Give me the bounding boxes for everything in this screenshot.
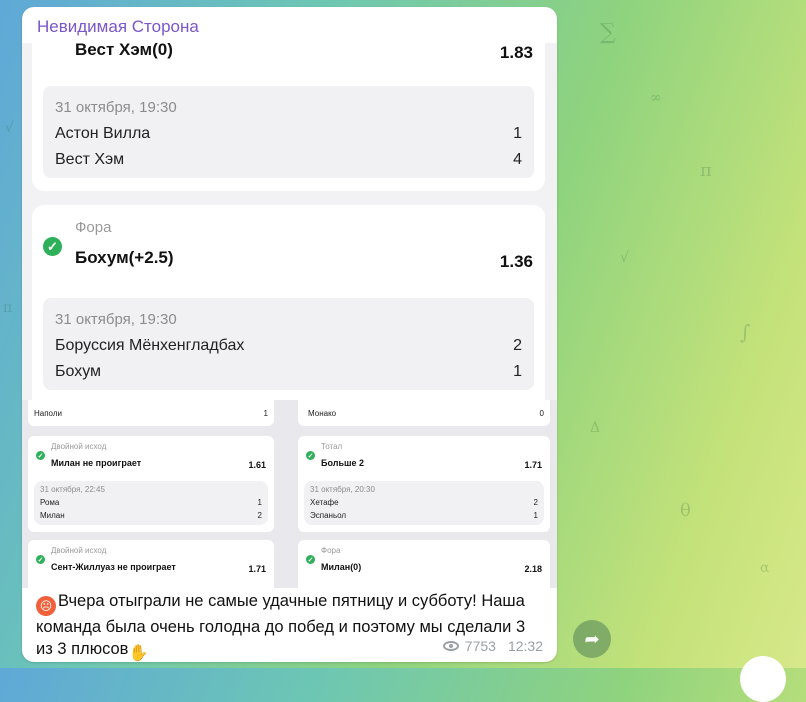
bet-odds: 1.71 bbox=[524, 460, 542, 470]
team-score: 2 bbox=[513, 337, 522, 354]
eye-icon bbox=[442, 641, 459, 651]
bet-card-partial: Вест Хэм(0) 1.83 31 октября, 19:30 Астон… bbox=[32, 43, 545, 191]
forward-arrow-icon: ➦ bbox=[584, 628, 600, 649]
bet-pick: Больше 2 bbox=[321, 458, 365, 468]
bet-odds: 1.83 bbox=[499, 43, 533, 62]
check-icon: ✓ bbox=[43, 237, 62, 256]
message-time: 12:32 bbox=[507, 638, 543, 654]
check-icon: ✓ bbox=[36, 451, 45, 460]
bet-card: ✓ Двойной исход Милан не проиграет 1.61 … bbox=[28, 436, 274, 532]
team-name: Астон Вилла bbox=[55, 125, 151, 142]
team-score: 1 bbox=[513, 125, 522, 142]
check-icon: ✓ bbox=[36, 555, 45, 564]
team-name: Хетафе bbox=[310, 498, 339, 507]
match-details: 31 октября, 22:45 Рома 1 Милан 2 bbox=[34, 481, 268, 525]
bet-pick: Сент-Жиллуаз не проиграет bbox=[51, 562, 176, 572]
team-name: Эспаньол bbox=[310, 511, 347, 520]
bet-type-label: Двойной исход bbox=[51, 546, 107, 555]
team-score: 1 bbox=[257, 498, 262, 507]
bet-card-partial: Наполи 1 bbox=[28, 400, 274, 426]
flexed-biceps-icon: ✋ bbox=[128, 645, 149, 662]
bet-type-label: Фора bbox=[75, 219, 112, 236]
match-details: 31 октября, 20:30 Хетафе 2 Эспаньол 1 bbox=[304, 481, 544, 525]
team-score: 2 bbox=[533, 498, 538, 507]
bet-odds: 1.36 bbox=[499, 252, 533, 271]
bet-card: ✓ Фора Бохум(+2.5) 1.36 31 октября, 19:3… bbox=[32, 205, 545, 405]
bet-pick: Бохум(+2.5) bbox=[75, 248, 174, 267]
check-icon: ✓ bbox=[306, 555, 315, 564]
team-score: 4 bbox=[513, 151, 522, 168]
bet-pick: Милан не проиграет bbox=[51, 458, 142, 468]
bet-odds: 1.61 bbox=[248, 460, 266, 470]
bet-pick: Вест Хэм(0) bbox=[75, 43, 173, 59]
bet-type-label: Двойной исход bbox=[51, 442, 107, 451]
team-score: 1 bbox=[513, 363, 522, 380]
team-name: Рома bbox=[40, 498, 60, 507]
team-name: Вест Хэм bbox=[55, 151, 125, 168]
bet-card: ✓ Тотал Больше 2 1.71 31 октября, 20:30 … bbox=[298, 436, 550, 532]
team-score: 1 bbox=[533, 511, 538, 520]
match-date: 31 октября, 19:30 bbox=[55, 99, 177, 116]
match-date: 31 октября, 22:45 bbox=[40, 485, 105, 494]
channel-message: Невидимая Сторона Вест Хэм(0) 1.83 31 ок… bbox=[22, 7, 557, 662]
bet-odds: 2.18 bbox=[524, 564, 542, 574]
team-name: Монако bbox=[308, 409, 337, 418]
angry-face-icon: ☹ bbox=[36, 596, 56, 616]
bet-screenshot-top[interactable]: Вест Хэм(0) 1.83 31 октября, 19:30 Астон… bbox=[22, 43, 557, 405]
team-score: 0 bbox=[539, 409, 544, 418]
channel-name[interactable]: Невидимая Сторона bbox=[37, 17, 199, 37]
match-details: 31 октября, 19:30 Астон Вилла 1 Вест Хэм… bbox=[43, 86, 534, 178]
bet-type-label: Тотал bbox=[321, 442, 343, 451]
scroll-down-button[interactable] bbox=[740, 656, 786, 702]
bet-screenshot-bottom[interactable]: Наполи 1 ✓ Двойной исход Милан не проигр… bbox=[22, 400, 557, 588]
team-name: Бохум bbox=[55, 363, 102, 380]
team-name: Наполи bbox=[34, 409, 62, 418]
bet-card-partial: Монако 0 bbox=[298, 400, 550, 426]
forward-button[interactable]: ➦ bbox=[573, 620, 611, 658]
match-date: 31 октября, 19:30 bbox=[55, 311, 177, 328]
team-name: Боруссия Мёнхенгладбах bbox=[55, 337, 245, 354]
check-icon: ✓ bbox=[306, 451, 315, 460]
bet-card: ✓ Двойной исход Сент-Жиллуаз не проиграе… bbox=[28, 540, 274, 588]
bet-card: ✓ Фора Милан(0) 2.18 bbox=[298, 540, 550, 588]
view-count: 7753 bbox=[464, 638, 496, 654]
bet-type-label: Фора bbox=[321, 546, 341, 555]
team-score: 2 bbox=[257, 511, 262, 520]
bet-odds: 1.71 bbox=[248, 564, 266, 574]
bet-pick: Милан(0) bbox=[321, 562, 362, 572]
match-date: 31 октября, 20:30 bbox=[310, 485, 375, 494]
message-meta: 7753 12:32 bbox=[442, 638, 543, 654]
team-name: Милан bbox=[40, 511, 65, 520]
team-score: 1 bbox=[263, 409, 268, 418]
match-details: 31 октября, 19:30 Боруссия Мёнхенгладбах… bbox=[43, 298, 534, 390]
